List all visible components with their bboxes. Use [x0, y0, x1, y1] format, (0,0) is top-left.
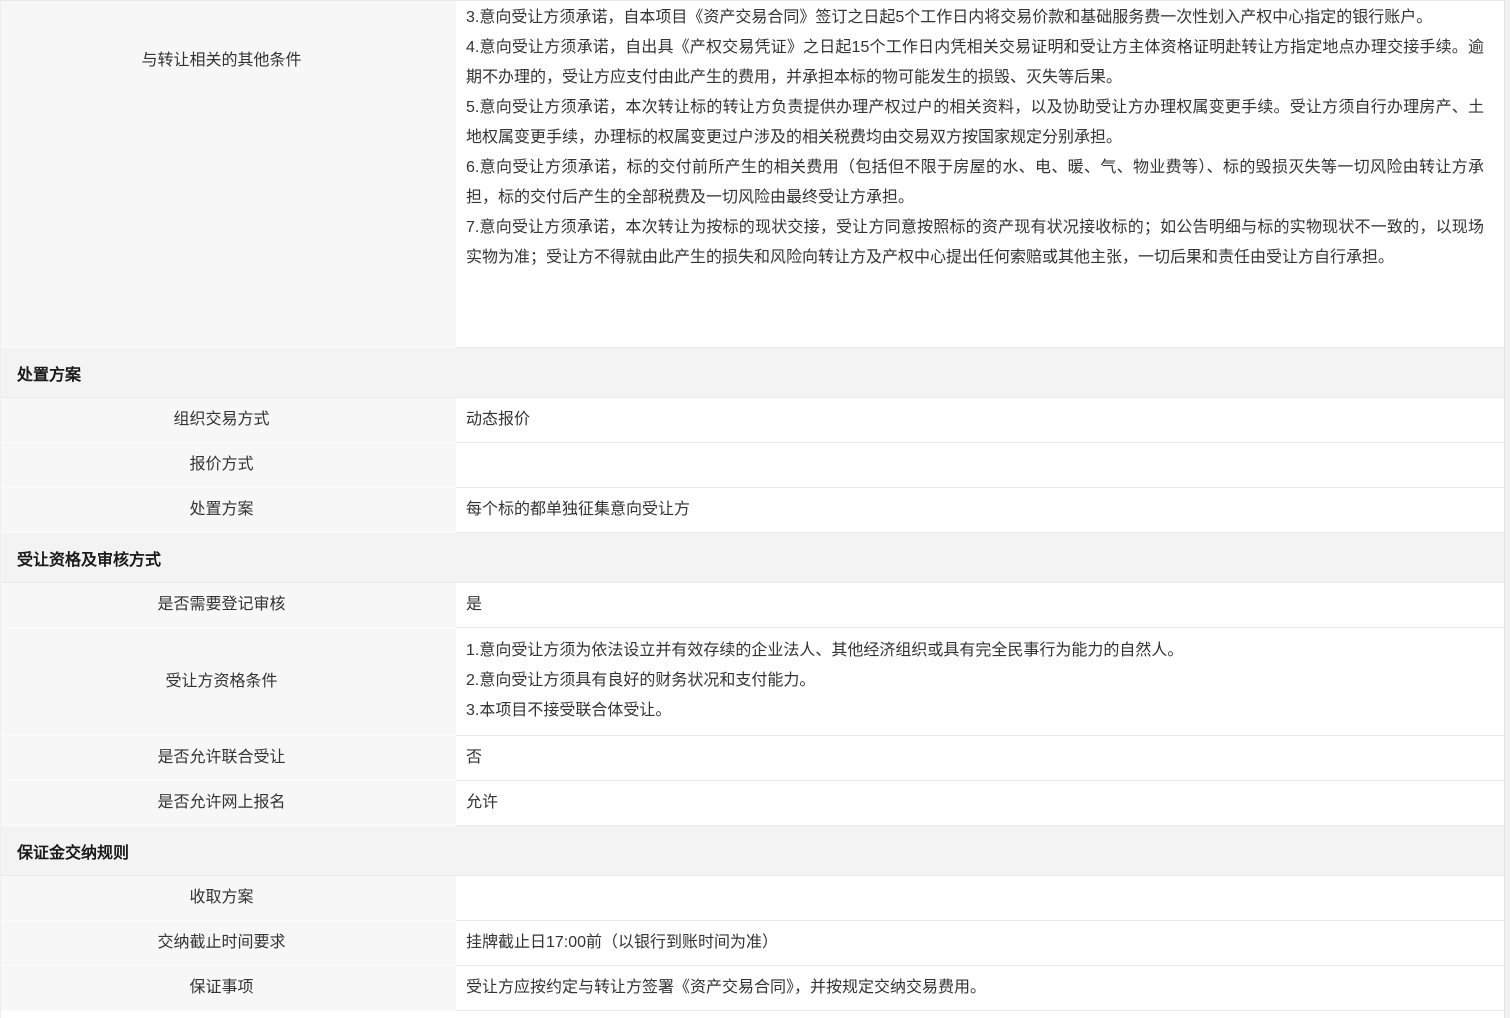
section-title: 受让资格及审核方式 [17, 546, 161, 570]
qualification-item-1: 1.意向受让方须为依法设立并有效存续的企业法人、其他经济组织或具有完全民事行为能… [466, 636, 1484, 666]
row-guarantee-matters: 保证事项 受让方应按约定与转让方签署《资产交易合同》，并按规定交纳交易费用。 [1, 966, 1504, 1011]
row-value [456, 876, 1504, 921]
row-value: 允许 [456, 781, 1504, 826]
row-label: 处置方案 [1, 488, 456, 533]
row-label: 是否允许联合受让 [1, 736, 456, 781]
qualification-item-3: 3.本项目不接受联合体受让。 [466, 696, 1484, 726]
row-value: 1.意向受让方须为依法设立并有效存续的企业法人、其他经济组织或具有完全民事行为能… [456, 628, 1504, 736]
row-joint-transfer: 是否允许联合受让 否 [1, 736, 1504, 781]
section-header-disposal: 处置方案 [1, 348, 1504, 398]
row-value [456, 443, 1504, 488]
scrollbar-track[interactable] [1504, 0, 1510, 1018]
qualification-item-2: 2.意向受让方须具有良好的财务状况和支付能力。 [466, 666, 1484, 696]
row-label: 是否需要登记审核 [1, 583, 456, 628]
row-value: 受让方应按约定与转让方签署《资产交易合同》，并按规定交纳交易费用。 [456, 966, 1504, 1011]
row-label: 保证事项 [1, 966, 456, 1011]
row-transferee-qualification: 受让方资格条件 1.意向受让方须为依法设立并有效存续的企业法人、其他经济组织或具… [1, 628, 1504, 736]
condition-item-5: 5.意向受让方须承诺，本次转让标的转让方负责提供办理产权过户的相关资料，以及协助… [466, 93, 1484, 153]
condition-item-6: 6.意向受让方须承诺，标的交付前所产生的相关费用（包括但不限于房屋的水、电、暖、… [466, 153, 1484, 213]
section-header-deposit: 保证金交纳规则 [1, 826, 1504, 876]
row-other-transfer-conditions: 与转让相关的其他条件 3.意向受让方须承诺，自本项目《资产交易合同》签订之日起5… [1, 1, 1504, 348]
row-label: 交纳截止时间要求 [1, 921, 456, 966]
condition-item-4: 4.意向受让方须承诺，自出具《产权交易凭证》之日起15个工作日内凭相关交易证明和… [466, 33, 1484, 93]
listing-detail-page: 与转让相关的其他条件 3.意向受让方须承诺，自本项目《资产交易合同》签订之日起5… [0, 0, 1510, 1018]
row-value: 动态报价 [456, 398, 1504, 443]
row-need-review: 是否需要登记审核 是 [1, 583, 1504, 628]
row-disposal-plan: 处置方案 每个标的都单独征集意向受让方 [1, 488, 1504, 533]
row-online-signup: 是否允许网上报名 允许 [1, 781, 1504, 826]
row-label: 与转让相关的其他条件 [1, 1, 456, 348]
section-header-qualification: 受让资格及审核方式 [1, 533, 1504, 583]
row-value: 每个标的都单独征集意向受让方 [456, 488, 1504, 533]
row-label: 报价方式 [1, 443, 456, 488]
row-value: 挂牌截止日17:00前（以银行到账时间为准） [456, 921, 1504, 966]
listing-detail-table: 与转让相关的其他条件 3.意向受让方须承诺，自本项目《资产交易合同》签订之日起5… [0, 0, 1504, 1018]
row-label: 是否允许网上报名 [1, 781, 456, 826]
condition-item-7: 7.意向受让方须承诺，本次转让为按标的现状交接，受让方同意按照标的资产现有状况接… [466, 213, 1484, 273]
row-label: 收取方案 [1, 876, 456, 921]
section-title: 处置方案 [17, 361, 81, 385]
row-trade-method: 组织交易方式 动态报价 [1, 398, 1504, 443]
section-title: 保证金交纳规则 [17, 839, 129, 863]
row-value: 3.意向受让方须承诺，自本项目《资产交易合同》签订之日起5个工作日内将交易价款和… [456, 1, 1504, 348]
row-pay-deadline: 交纳截止时间要求 挂牌截止日17:00前（以银行到账时间为准） [1, 921, 1504, 966]
row-value: 是 [456, 583, 1504, 628]
row-quote-method: 报价方式 [1, 443, 1504, 488]
row-collect-plan: 收取方案 [1, 876, 1504, 921]
row-label: 受让方资格条件 [1, 628, 456, 736]
condition-item-3: 3.意向受让方须承诺，自本项目《资产交易合同》签订之日起5个工作日内将交易价款和… [466, 3, 1484, 33]
row-label: 组织交易方式 [1, 398, 456, 443]
row-value: 否 [456, 736, 1504, 781]
